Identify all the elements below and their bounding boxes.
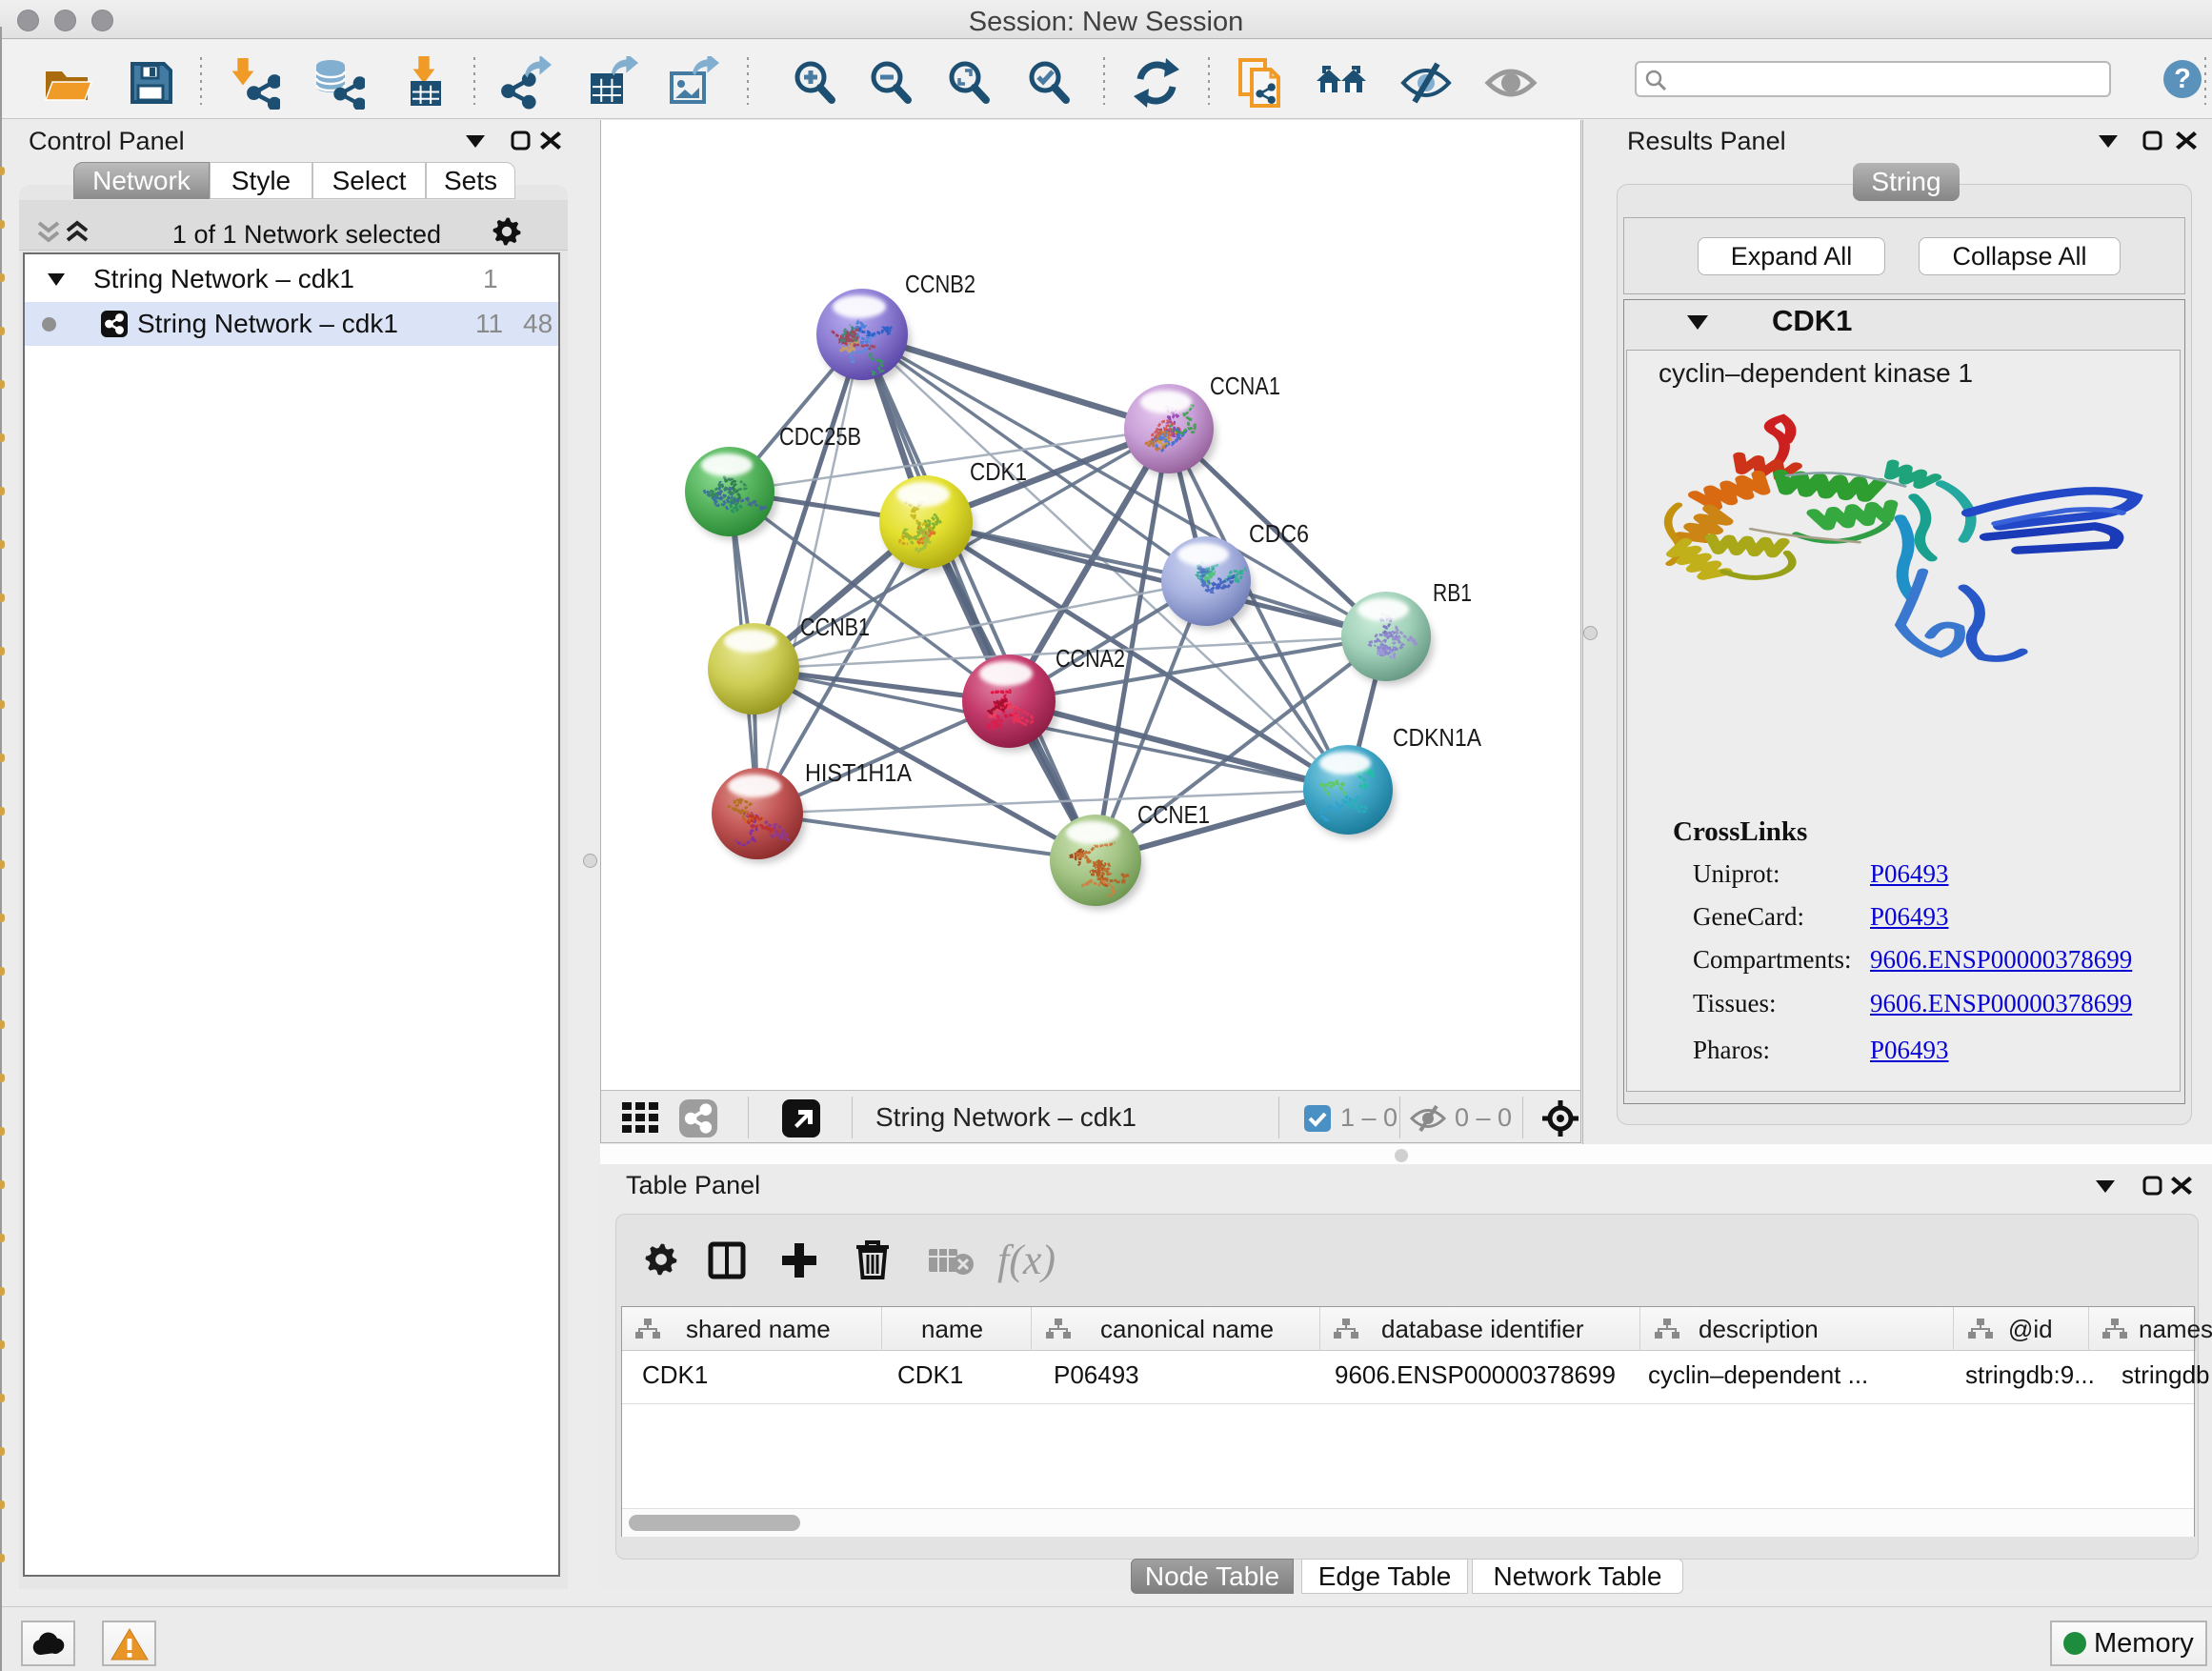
svg-text:CDK1: CDK1 xyxy=(970,457,1027,486)
svg-text:CCNB1: CCNB1 xyxy=(800,613,870,641)
svg-text:CCNA2: CCNA2 xyxy=(1056,644,1125,673)
svg-text:CDC25B: CDC25B xyxy=(779,422,861,451)
svg-text:CCNA1: CCNA1 xyxy=(1210,372,1280,400)
svg-text:RB1: RB1 xyxy=(1433,578,1472,607)
svg-text:CCNE1: CCNE1 xyxy=(1137,800,1210,829)
svg-text:CDC6: CDC6 xyxy=(1249,519,1309,548)
svg-text:CDKN1A: CDKN1A xyxy=(1393,723,1482,752)
svg-text:HIST1H1A: HIST1H1A xyxy=(805,758,913,787)
svg-text:CCNB2: CCNB2 xyxy=(905,270,975,298)
